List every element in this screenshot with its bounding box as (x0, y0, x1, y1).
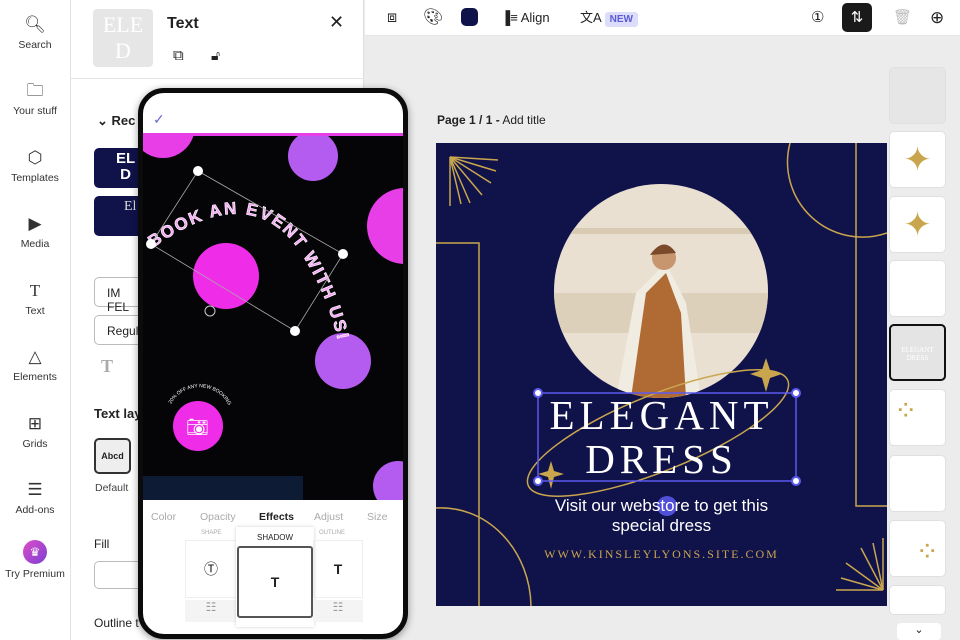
delete-icon[interactable]: 🗑︎ (893, 6, 912, 30)
elements-icon: △ (28, 347, 42, 366)
templates-icon: ⬡ (27, 148, 43, 167)
tab-opacity[interactable]: Opacity (200, 511, 236, 523)
nav-addons[interactable]: ☰ Add-ons (0, 479, 70, 516)
subtitle-text[interactable]: Visit our webstore to get this special dr… (436, 496, 887, 536)
crown-icon: ♛ (23, 540, 47, 564)
close-icon[interactable]: ✕ (329, 12, 344, 33)
recent-section[interactable]: ⌄ Rec (97, 113, 135, 129)
outline-label: Outline t (94, 616, 139, 630)
svg-text:📷︎: 📷︎ (186, 417, 209, 437)
new-badge: NEW (604, 12, 638, 27)
layers-count-icon[interactable]: ① (811, 6, 824, 30)
add-icon[interactable]: ⊕ (930, 6, 944, 30)
layer-thumb-url[interactable] (889, 260, 946, 317)
text-outline-icon: T (333, 561, 343, 577)
nav-media[interactable]: ▶ Media (0, 213, 70, 250)
translate-icon: 文A (580, 10, 601, 25)
outline-settings-icon[interactable]: ☷ (313, 600, 363, 622)
nav-grids[interactable]: ⊞ Grids (0, 413, 70, 450)
url-text[interactable]: WWW.KINSLEYLYONS.SITE.COM (436, 547, 887, 562)
layer-thumb-sunburst[interactable]: ⁘ (889, 389, 946, 446)
text-style-icon[interactable]: T (101, 356, 113, 377)
headline-text[interactable]: ELEGANT DRESS (436, 393, 887, 481)
duplicate-icon[interactable]: ⧉ (173, 47, 184, 64)
event-design: BOOK AN EVENT WITH US! 20% OFF ANY NEW B… (143, 136, 403, 500)
tab-color[interactable]: Color (151, 511, 176, 523)
nav-templates[interactable]: ⬡ Templates (0, 147, 70, 184)
text-shape-icon: Ⓣ (204, 561, 218, 577)
align-icon: ▐≡ (501, 10, 518, 25)
add-title-link[interactable]: Add title (502, 113, 545, 127)
media-icon: ▶ (28, 214, 42, 233)
phone-mockup: ✓ BOOK AN EVENT WITH US! 20% OFF ANY NEW… (138, 88, 408, 639)
layout-default-option[interactable]: Abcd (94, 438, 131, 474)
layer-thumb-frame[interactable] (889, 455, 946, 512)
addons-icon: ☰ (27, 480, 43, 499)
unlock-icon[interactable]: 🔓︎ (211, 47, 220, 64)
phone-design[interactable]: BOOK AN EVENT WITH US! 20% OFF ANY NEW B… (143, 133, 403, 500)
nav-text[interactable]: T Text (0, 280, 70, 317)
dress-photo (554, 184, 768, 398)
folder-icon: 🗀 (26, 81, 44, 100)
left-nav: 🔍︎ Search 🗀 Your stuff ⬡ Templates ▶ Media T… (0, 0, 71, 640)
chevron-down-icon[interactable]: ⌄ (897, 623, 941, 640)
shadow-effect-label: SHADOW (257, 533, 293, 542)
decorations (436, 143, 887, 606)
layer-thumb-star[interactable]: ✦ (889, 196, 946, 253)
tab-adjust[interactable]: Adjust (314, 511, 343, 523)
shape-effect-label: SHAPE (201, 530, 222, 536)
top-toolbar: ⧈ 🎨︎ ▐≡ Align 文A NEW ① ⇅ 🗑︎ ⊕ (365, 0, 960, 36)
replace-icon[interactable]: ⧈ (387, 6, 397, 30)
align-button[interactable]: ▐≡ Align (501, 6, 550, 30)
layer-thumb-sunburst[interactable]: ⁘ (889, 520, 946, 577)
divider (71, 78, 364, 79)
design-canvas[interactable]: ELEGANT DRESS Visit our webstore to get t… (436, 143, 887, 606)
sunburst-bottom-right (836, 538, 884, 591)
sunburst-top-left (449, 156, 499, 206)
selected-text-preview: ELE D (93, 9, 153, 67)
nav-your-stuff[interactable]: 🗀 Your stuff (0, 80, 70, 117)
fill-label: Fill (94, 537, 110, 551)
check-icon[interactable]: ✓ (153, 111, 165, 128)
text-shadow-icon: T (237, 546, 313, 618)
panel-title: Text (167, 15, 199, 32)
arrange-icon[interactable]: ⇅ (842, 3, 872, 32)
palette-icon[interactable]: 🎨︎ (423, 6, 443, 30)
grids-icon: ⊞ (27, 414, 43, 433)
text-icon: T (29, 281, 41, 300)
layer-thumb[interactable] (889, 585, 946, 615)
layer-thumb-headline[interactable]: ELEGANT DRESS (889, 324, 946, 381)
translate-button[interactable]: 文A NEW (580, 6, 638, 30)
tab-size[interactable]: Size (367, 511, 387, 523)
color-swatch[interactable] (461, 8, 478, 26)
page-title: Page 1 / 1 - Add title (437, 113, 546, 127)
layout-default-label: Default (95, 482, 129, 494)
layer-thumb-star[interactable]: ✦ (889, 131, 946, 188)
shape-settings-icon[interactable]: ☷ (185, 600, 237, 622)
shape-effect-option[interactable]: Ⓣ (185, 540, 237, 598)
nav-try-premium[interactable]: ♛ Try Premium (0, 540, 70, 580)
layer-thumb[interactable] (889, 67, 946, 124)
nav-elements[interactable]: △ Elements (0, 346, 70, 383)
outline-effect-option[interactable]: T (313, 540, 363, 598)
search-icon: 🔍︎ (24, 15, 46, 34)
tab-effects[interactable]: Effects (259, 511, 294, 523)
outline-effect-label: OUTLINE (319, 530, 346, 536)
shadow-effect-option[interactable]: SHADOW T (236, 527, 314, 627)
text-layout-heading: Text lay (94, 406, 142, 421)
nav-search[interactable]: 🔍︎ Search (0, 14, 70, 51)
